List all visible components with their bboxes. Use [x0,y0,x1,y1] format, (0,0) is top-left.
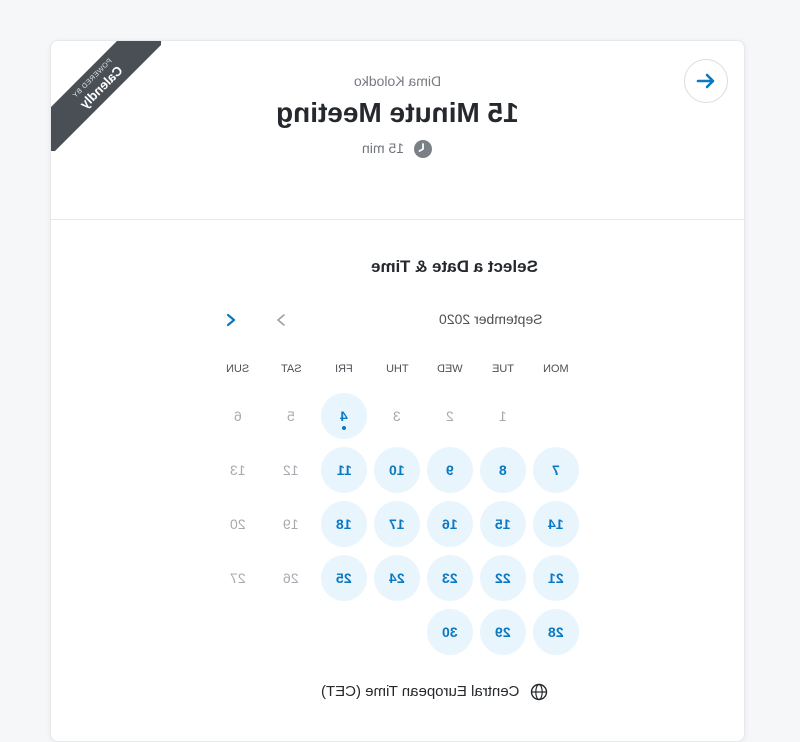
unavailable-date: 2 [427,393,473,439]
unavailable-date: 6 [215,393,261,439]
header-divider [51,219,744,220]
available-date[interactable]: 29 [480,609,526,655]
date-number: 5 [287,408,295,424]
available-date[interactable]: 14 [533,501,579,547]
weekday-sat: SAT [268,363,314,375]
event-title: 15 Minute Meeting [276,97,519,128]
unavailable-date: 19 [268,501,314,547]
available-date[interactable]: 9 [427,447,473,493]
unavailable-date: 26 [268,555,314,601]
available-date[interactable]: 18 [321,501,367,547]
date-number: 6 [234,408,242,424]
date-number: 13 [230,462,246,478]
date-number: 1 [499,408,507,424]
weekday-sun: SUN [215,363,261,375]
current-month: September 2020 [439,311,543,327]
date-number: 8 [499,462,507,478]
weekday-tue: TUE [480,363,526,375]
date-number: 14 [548,516,564,532]
available-date[interactable]: 16 [427,501,473,547]
weekday-wed: WED [427,363,473,375]
date-number: 7 [552,462,560,478]
weekday-label: SUN [226,363,250,375]
date-number: 15 [495,516,511,532]
unavailable-date: 3 [374,393,420,439]
event-header: Dima Kolodko 15 Minute Meeting 15 min [51,41,744,219]
available-date[interactable]: 10 [374,447,420,493]
available-date[interactable]: 4 [321,393,367,439]
chevron-left-icon [277,314,285,326]
weekday-mon: MON [533,363,579,375]
date-number: 2 [446,408,454,424]
date-number: 30 [442,624,458,640]
available-date[interactable]: 21 [533,555,579,601]
weekday-label: TUE [492,363,514,375]
date-number: 16 [442,516,458,532]
available-date[interactable]: 7 [533,447,579,493]
chevron-right-icon [226,313,236,327]
date-number: 20 [230,516,246,532]
unavailable-date: 27 [215,555,261,601]
weekday-label: SAT [280,363,302,375]
date-number: 4 [340,408,348,424]
date-number: 26 [283,570,299,586]
timezone-label: Central European Time (CET) [321,683,520,700]
date-number: 3 [393,408,401,424]
unavailable-date: 20 [215,501,261,547]
available-date[interactable]: 15 [480,501,526,547]
unavailable-date: 1 [480,393,526,439]
date-number: 29 [495,624,511,640]
next-month-button[interactable] [214,303,248,337]
organizer-name: Dima Kolodko [353,73,442,89]
booking-card: POWERED BY Calendly Dima Kolodko 15 Minu… [50,40,745,742]
available-date[interactable]: 11 [321,447,367,493]
available-date[interactable]: 17 [374,501,420,547]
date-number: 24 [389,570,405,586]
available-date[interactable]: 8 [480,447,526,493]
previous-month-button[interactable] [264,303,298,337]
globe-icon [530,683,547,701]
date-number: 25 [336,570,352,586]
date-number: 9 [446,462,454,478]
available-date[interactable]: 28 [533,609,579,655]
today-indicator-dot [342,426,346,430]
date-number: 10 [389,462,405,478]
date-number: 23 [442,570,458,586]
date-number: 27 [230,570,246,586]
date-number: 19 [283,516,299,532]
select-date-title: Select a Date & Time [371,257,538,276]
unavailable-date: 13 [215,447,261,493]
weekday-label: WED [437,363,463,375]
available-date[interactable]: 22 [480,555,526,601]
event-duration: 15 min [361,139,404,156]
clock-icon [414,140,433,158]
weekday-label: MON [543,363,569,375]
weekday-label: THU [385,363,409,375]
available-date[interactable]: 23 [427,555,473,601]
unavailable-date: 5 [268,393,314,439]
date-number: 21 [548,570,564,586]
unavailable-date: 12 [268,447,314,493]
date-number: 17 [389,516,405,532]
weekday-label: FRI [335,363,353,375]
available-date[interactable]: 25 [321,555,367,601]
available-date[interactable]: 30 [427,609,473,655]
weekday-thu: THU [374,363,420,375]
date-number: 22 [495,570,511,586]
timezone-selector[interactable]: Central European Time (CET) [321,683,548,701]
weekday-fri: FRI [321,363,367,375]
available-date[interactable]: 24 [374,555,420,601]
date-number: 11 [336,462,352,478]
date-number: 12 [283,462,299,478]
date-number: 18 [336,516,352,532]
date-number: 28 [548,624,564,640]
